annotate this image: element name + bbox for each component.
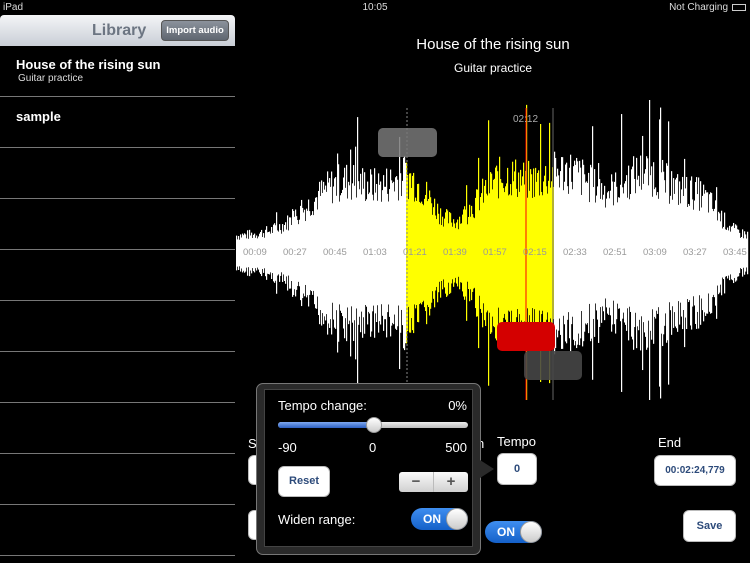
list-item-title: House of the rising sun xyxy=(16,57,161,72)
time-tick-label: 02:33 xyxy=(563,247,587,258)
tempo-button[interactable]: 0 xyxy=(497,453,537,485)
end-label: End xyxy=(658,435,682,450)
battery-icon xyxy=(732,4,746,11)
slider-max-label: 500 xyxy=(445,440,467,455)
playhead-handle[interactable] xyxy=(497,322,555,351)
tempo-change-label: Tempo change: xyxy=(278,398,367,413)
list-item-title: sample xyxy=(16,109,61,124)
tempo-stepper: − + xyxy=(399,472,468,492)
time-tick-label: 03:09 xyxy=(643,247,667,258)
toggle-knob xyxy=(446,508,468,530)
time-tick-label: 01:39 xyxy=(443,247,467,258)
toggle-label: ON xyxy=(497,525,515,539)
toggle-label: ON xyxy=(423,512,441,526)
list-item[interactable]: sample xyxy=(0,97,235,148)
list-item-empty xyxy=(0,403,235,454)
time-tick-label: 01:57 xyxy=(483,247,507,258)
list-item-empty xyxy=(0,148,235,199)
slider-fill xyxy=(278,422,374,428)
list-item-empty xyxy=(0,505,235,556)
time-tick-label: 01:03 xyxy=(363,247,387,258)
song-title: House of the rising sun xyxy=(416,36,570,53)
list-item[interactable]: House of the rising sun Guitar practice xyxy=(0,46,235,97)
slider-thumb[interactable] xyxy=(366,417,382,433)
tempo-change-value: 0% xyxy=(448,398,467,413)
save-button[interactable]: Save xyxy=(683,510,736,542)
time-tick-label: 02:15 xyxy=(523,247,547,258)
time-tick-label: 03:27 xyxy=(683,247,707,258)
import-audio-button[interactable]: Import audio xyxy=(161,20,229,41)
toggle-knob xyxy=(520,521,542,543)
list-item-subtitle: Guitar practice xyxy=(18,73,84,84)
widen-range-toggle[interactable]: ON xyxy=(411,508,468,530)
list-item-empty xyxy=(0,199,235,250)
end-time-field[interactable]: 00:02:24,779 xyxy=(654,455,736,486)
song-subtitle: Guitar practice xyxy=(453,61,533,75)
decrement-button[interactable]: − xyxy=(399,472,434,492)
status-time: 10:05 xyxy=(362,2,388,13)
time-tick-label: 00:45 xyxy=(323,247,347,258)
reset-button[interactable]: Reset xyxy=(278,466,330,497)
time-tick-label: 00:09 xyxy=(243,247,267,258)
slider-min-label: -90 xyxy=(278,440,297,455)
list-item-empty xyxy=(0,454,235,505)
tempo-label: Tempo xyxy=(497,434,537,449)
time-tick-label: 02:51 xyxy=(603,247,627,258)
list-item-empty xyxy=(0,352,235,403)
end-handle[interactable] xyxy=(524,351,582,380)
library-title: Library xyxy=(92,22,147,39)
current-time-label: 02:12 xyxy=(513,114,539,125)
start-handle[interactable] xyxy=(378,128,437,157)
time-tick-label: 00:27 xyxy=(283,247,307,258)
increment-button[interactable]: + xyxy=(434,472,468,492)
slider-mid-label: 0 xyxy=(369,440,377,455)
tempo-slider[interactable] xyxy=(278,417,468,433)
list-item-empty xyxy=(0,250,235,301)
loop-toggle[interactable]: ON xyxy=(485,521,542,543)
widen-range-label: Widen range: xyxy=(278,512,356,527)
waveform-bar xyxy=(747,231,749,275)
list-item-empty xyxy=(0,301,235,352)
time-tick-label: 03:45 xyxy=(723,247,747,258)
time-tick-label: 01:21 xyxy=(403,247,427,258)
popover-arrow xyxy=(480,460,494,478)
status-battery: Not Charging xyxy=(669,2,728,13)
